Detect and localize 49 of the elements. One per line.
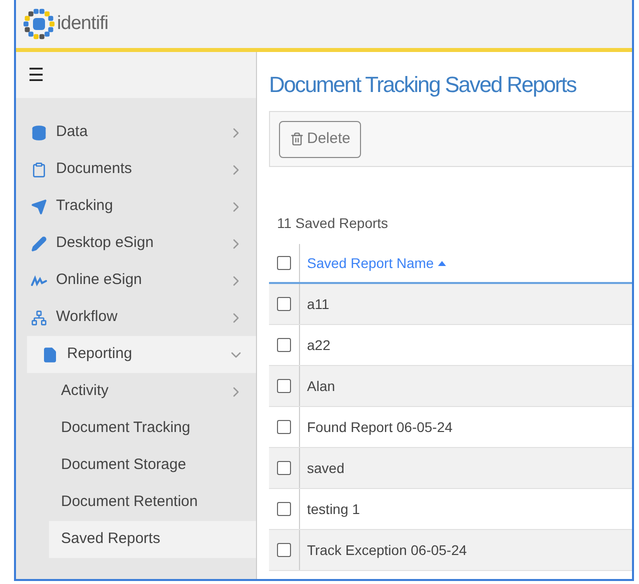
checkbox[interactable] [277,297,291,311]
checkbox[interactable] [277,338,291,352]
checkbox[interactable] [277,502,291,516]
nav-subitem[interactable]: Activity [16,373,256,410]
table-row[interactable]: a22 [269,325,632,366]
table-cell-text: testing 1 [306,500,360,519]
table-row[interactable]: testing 1 [269,489,632,530]
table-row[interactable]: a11 [269,284,632,325]
signature-icon [31,272,47,288]
table-cell-text: saved [306,458,344,478]
column-header[interactable]: Saved Report Name [300,244,446,282]
nav-subitem[interactable]: Document Storage [16,447,256,484]
nav-item[interactable]: Online eSign [16,262,256,299]
pencil-icon [31,236,47,252]
document-icon [42,346,58,362]
nav-item[interactable]: Reporting [27,336,256,373]
table-cell-text: a22 [306,336,330,354]
table-cell-text: Alan [306,376,336,396]
checkbox[interactable] [277,420,291,434]
nav-item[interactable]: Desktop eSign [16,225,256,262]
table-row[interactable]: saved [269,448,632,489]
nav-item[interactable]: Data [16,114,256,151]
checkbox[interactable] [277,543,291,557]
delete-button[interactable]: Delete [279,120,362,158]
table-row[interactable]: Track Exception 06-05-24 [269,530,632,571]
checkbox[interactable] [277,256,291,270]
report-count: 11 Saved Reports [277,214,390,233]
hierarchy-icon [31,310,47,326]
table-cell-text: a11 [306,294,330,314]
paper-plane-icon [31,198,47,214]
page-title: Document Tracking Saved Reports [269,71,578,99]
logo-text: identifi [57,12,108,36]
table-cell-text: Found Report 06-05-24 [306,418,453,437]
nav-item[interactable]: Documents [16,151,256,188]
trash-icon [290,132,304,146]
nav-subitem[interactable]: Document Tracking [16,410,256,447]
menu-button[interactable]: ☰ [28,66,44,84]
nav-subitem[interactable]: Document Retention [16,484,256,521]
table-row[interactable]: Found Report 06-05-24 [269,407,632,448]
clipboard-icon [31,162,47,178]
table-row[interactable]: Alan [269,366,632,407]
nav-item[interactable]: Workflow [16,299,256,336]
nav-item[interactable]: Tracking [16,188,256,225]
checkbox[interactable] [277,379,291,393]
nav-subitem[interactable]: Saved Reports [49,521,256,558]
checkbox[interactable] [277,461,291,475]
logo-icon [22,7,56,41]
table-cell-text: Track Exception 06-05-24 [306,540,467,560]
database-icon [31,124,47,140]
